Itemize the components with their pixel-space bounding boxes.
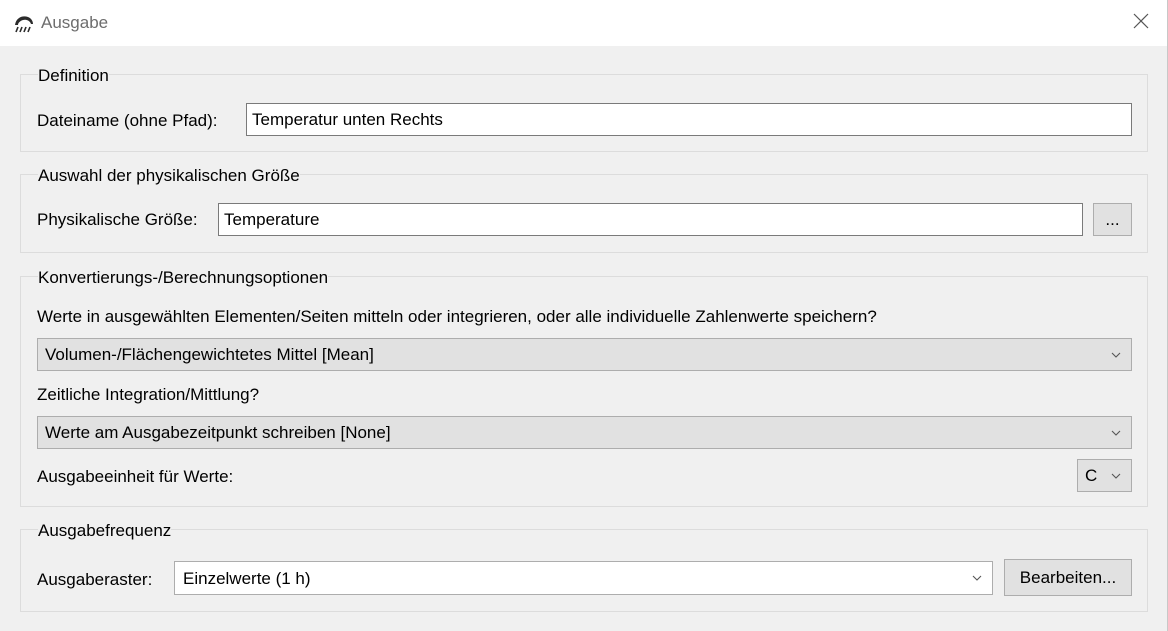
filename-label: Dateiname (ohne Pfad): (37, 111, 218, 130)
chevron-down-icon (1111, 339, 1121, 370)
weather-app-icon (13, 12, 35, 34)
output-dialog: Ausgabe Definition Dateiname (ohne Pfad)… (0, 0, 1168, 631)
chevron-down-icon (1111, 460, 1121, 491)
averaging-select[interactable]: Volumen-/Flächengewichtetes Mittel [Mean… (37, 338, 1132, 371)
time-integration-label: Zeitliche Integration/Mittlung? (37, 385, 260, 404)
window-title: Ausgabe (41, 13, 109, 32)
output-unit-label: Ausgabeeinheit für Werte: (37, 467, 234, 486)
output-unit-select[interactable]: C (1077, 459, 1132, 492)
filename-input[interactable]: Temperatur unten Rechts (246, 103, 1132, 136)
quantity-group-title: Auswahl der physikalischen Größe (38, 166, 300, 186)
frequency-group-title: Ausgabefrequenz (38, 521, 172, 541)
browse-quantity-button[interactable]: ... (1093, 203, 1132, 236)
close-button[interactable] (1115, 0, 1167, 46)
averaging-selected-value: Volumen-/Flächengewichtetes Mittel [Mean… (45, 345, 374, 364)
quantity-input[interactable]: Temperature (218, 203, 1083, 236)
output-grid-label: Ausgaberaster: (37, 570, 153, 589)
time-integration-selected-value: Werte am Ausgabezeitpunkt schreiben [Non… (45, 423, 391, 442)
output-grid-selected-value: Einzelwerte (1 h) (183, 569, 311, 588)
conversion-group-title: Konvertierungs-/Berechnungsoptionen (38, 268, 329, 288)
averaging-question-label: Werte in ausgewählten Elementen/Seiten m… (37, 307, 877, 326)
quantity-label: Physikalische Größe: (37, 210, 198, 229)
chevron-down-icon (1111, 417, 1121, 448)
output-grid-select[interactable]: Einzelwerte (1 h) (174, 561, 993, 595)
definition-group-title: Definition (38, 66, 109, 86)
title-bar: Ausgabe (0, 0, 1167, 46)
close-icon (1133, 13, 1149, 34)
chevron-down-icon (972, 562, 982, 594)
edit-output-grid-button[interactable]: Bearbeiten... (1004, 559, 1132, 596)
output-unit-selected-value: C (1085, 466, 1098, 485)
time-integration-select[interactable]: Werte am Ausgabezeitpunkt schreiben [Non… (37, 416, 1132, 449)
